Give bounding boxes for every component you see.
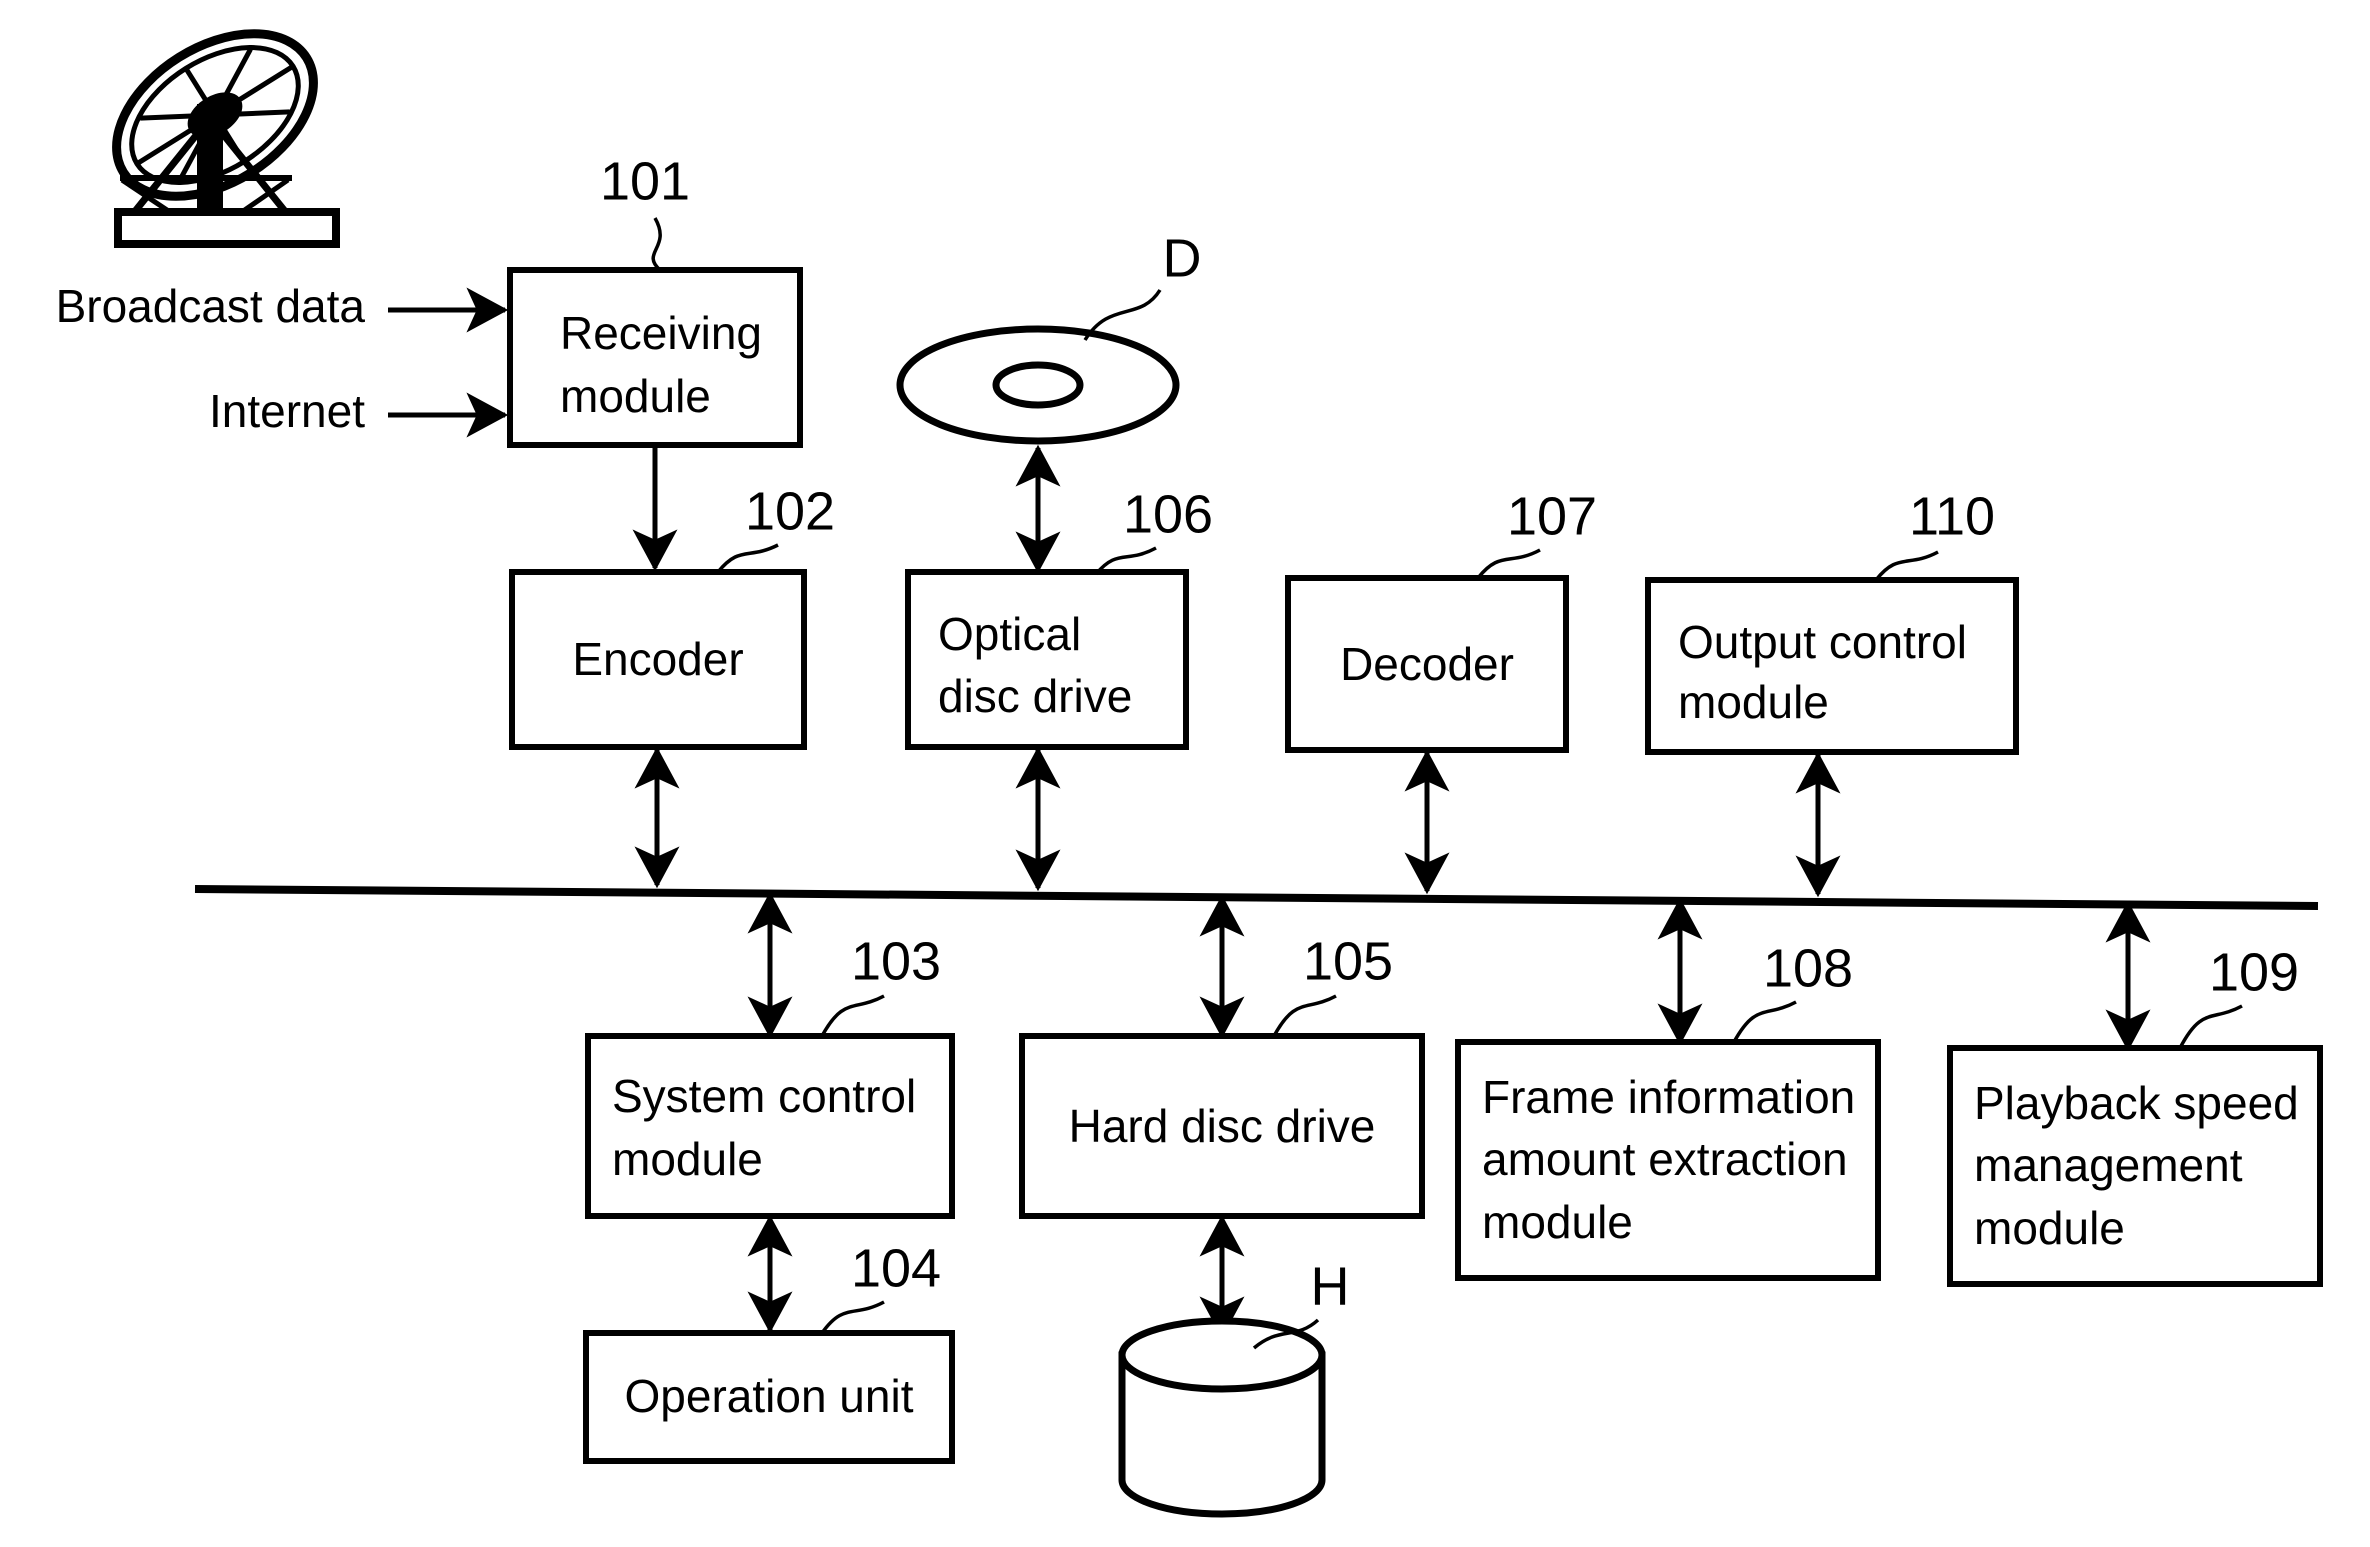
ref-number-108: 108 — [1763, 938, 1853, 998]
input-label-internet: Internet — [209, 385, 365, 437]
ref-number-102: 102 — [745, 481, 835, 541]
block-label-receiving-module-line2: module — [560, 370, 711, 422]
block-label-encoder: Encoder — [572, 633, 743, 685]
block-label-receiving-module-line1: Receiving — [560, 307, 762, 359]
ref-number-106: 106 — [1123, 484, 1213, 544]
block-label-optical-disc-drive-line1: Optical — [938, 608, 1081, 660]
ref-number-110: 110 — [1909, 486, 1995, 546]
block-output-control-module[interactable]: Output control module — [1645, 577, 2019, 755]
leader-line-102 — [716, 543, 779, 574]
block-label-frame-info-module-line1: Frame information — [1482, 1071, 1855, 1123]
block-label-playback-speed-module-line3: module — [1974, 1202, 2125, 1254]
block-decoder[interactable]: Decoder — [1285, 575, 1569, 753]
block-label-system-control-module-line1: System control — [612, 1070, 916, 1122]
block-label-operation-unit: Operation unit — [625, 1370, 914, 1422]
block-label-hard-disc-drive: Hard disc drive — [1069, 1100, 1376, 1152]
leader-line-109 — [2178, 1004, 2243, 1049]
leader-line-101 — [651, 217, 662, 272]
ref-number-107: 107 — [1507, 486, 1597, 546]
block-label-frame-info-module-line3: module — [1482, 1196, 1633, 1248]
block-optical-disc-drive[interactable]: Optical disc drive — [905, 569, 1189, 750]
block-diagram: Broadcast data Internet D Receiving modu… — [56, 29, 2323, 1518]
leader-line-107 — [1476, 548, 1541, 580]
block-encoder[interactable]: Encoder — [509, 569, 807, 750]
block-hard-disc-drive[interactable]: Hard disc drive — [1019, 1033, 1425, 1219]
ref-number-109: 109 — [2209, 942, 2299, 1002]
block-label-decoder: Decoder — [1340, 638, 1514, 690]
block-playback-speed-module[interactable]: Playback speed management module — [1947, 1045, 2323, 1287]
input-label-broadcast-data: Broadcast data — [56, 280, 366, 332]
block-system-control-module[interactable]: System control module — [585, 1033, 955, 1219]
block-label-system-control-module-line2: module — [612, 1133, 763, 1185]
ref-number-101: 101 — [600, 151, 690, 211]
system-bus — [194, 885, 2319, 910]
block-label-playback-speed-module-line2: management — [1974, 1139, 2243, 1191]
optical-disc-icon — [896, 325, 1180, 445]
ref-label-optical-disc: D — [1163, 228, 1202, 288]
satellite-dish-icon — [112, 29, 340, 248]
block-receiving-module[interactable]: Receiving module — [507, 267, 803, 448]
leader-line-108 — [1732, 1000, 1797, 1043]
ref-number-105: 105 — [1303, 931, 1393, 991]
hard-disc-cylinder-icon — [1118, 1317, 1326, 1518]
figure-canvas: Broadcast data Internet D Receiving modu… — [0, 0, 2370, 1547]
leader-line-105 — [1272, 994, 1337, 1037]
block-label-frame-info-module-line2: amount extraction — [1482, 1133, 1848, 1185]
block-operation-unit[interactable]: Operation unit — [583, 1330, 955, 1464]
ref-label-hard-disc: H — [1311, 1256, 1350, 1316]
block-label-output-control-module-line2: module — [1678, 676, 1829, 728]
leader-line-104 — [820, 1300, 885, 1335]
ref-number-103: 103 — [851, 931, 941, 991]
block-frame-info-module[interactable]: Frame information amount extraction modu… — [1455, 1039, 1881, 1281]
block-label-playback-speed-module-line1: Playback speed — [1974, 1077, 2299, 1129]
ref-number-104: 104 — [851, 1238, 941, 1298]
block-label-optical-disc-drive-line2: disc drive — [938, 670, 1132, 722]
leader-line-103 — [820, 994, 885, 1037]
leader-line-110 — [1874, 550, 1939, 582]
block-label-output-control-module-line1: Output control — [1678, 616, 1967, 668]
